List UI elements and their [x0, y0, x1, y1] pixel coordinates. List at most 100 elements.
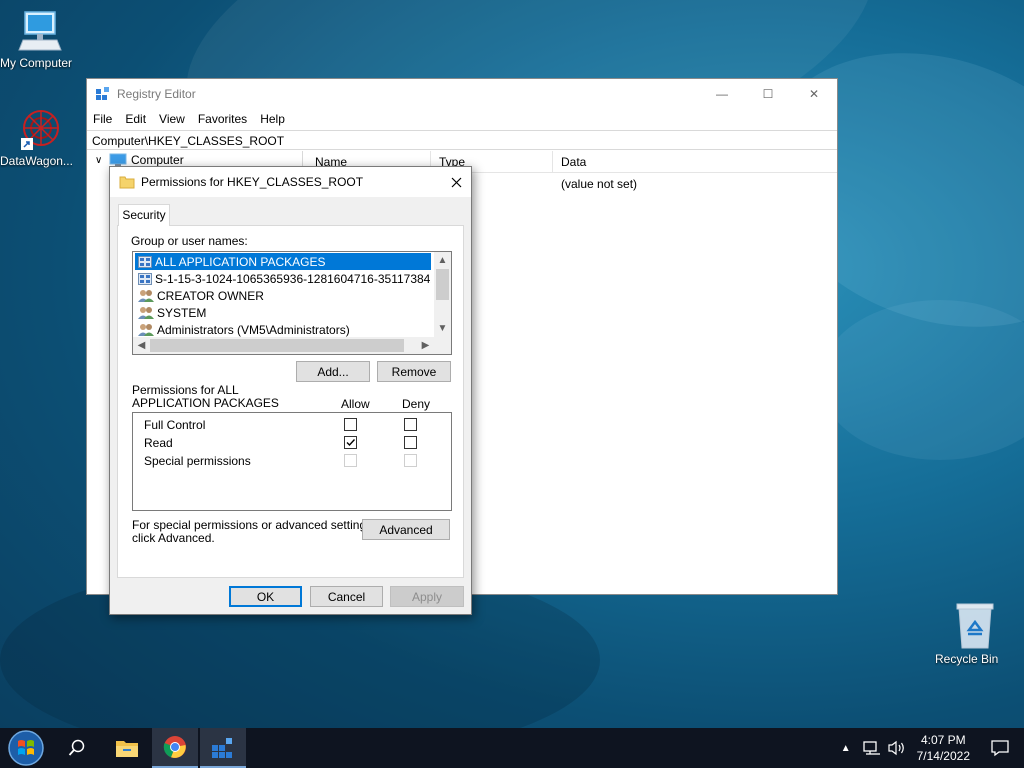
- desktop-icon-my-computer[interactable]: My Computer: [0, 10, 80, 70]
- search-button[interactable]: [52, 728, 102, 768]
- user-list[interactable]: ALL APPLICATION PACKAGES S-1-15-3-1024-1…: [132, 251, 452, 355]
- title-bar[interactable]: Registry Editor — ☐ ✕: [87, 79, 837, 109]
- special-deny-checkbox: [404, 454, 417, 467]
- deny-header: Deny: [402, 397, 431, 411]
- special-allow-checkbox: [344, 454, 357, 467]
- registry-editor-icon: [212, 738, 232, 758]
- advanced-button[interactable]: Advanced: [362, 519, 450, 540]
- permissions-for-line2: APPLICATION PACKAGES: [132, 396, 279, 410]
- desktop-icon-datawagon[interactable]: DataWagon...: [0, 104, 80, 168]
- notification-icon[interactable]: [990, 739, 1010, 757]
- menu-view[interactable]: View: [159, 112, 185, 126]
- file-explorer-icon: [116, 741, 138, 757]
- menu-favorites[interactable]: Favorites: [198, 112, 247, 126]
- ok-button[interactable]: OK: [229, 586, 302, 607]
- list-item[interactable]: ALL APPLICATION PACKAGES: [135, 253, 431, 270]
- tab-security[interactable]: Security: [118, 204, 170, 226]
- permission-full-control: Full Control: [144, 418, 206, 432]
- chevron-down-icon[interactable]: ∨: [95, 155, 107, 166]
- taskbar-registry-editor[interactable]: [200, 728, 246, 768]
- scroll-right-icon[interactable]: ▶: [417, 337, 434, 354]
- window-title: Registry Editor: [117, 87, 196, 101]
- wallpaper-wave: [820, 300, 1024, 460]
- minimize-button[interactable]: —: [699, 79, 745, 109]
- user-name: S-1-15-3-1024-1065365936-1281604716-3511…: [155, 271, 431, 286]
- list-item[interactable]: SYSTEM: [135, 304, 431, 321]
- scroll-up-icon[interactable]: ▲: [434, 252, 451, 269]
- permissions-dialog[interactable]: Permissions for HKEY_CLASSES_ROOT Securi…: [109, 166, 472, 615]
- advanced-hint: For special permissions or advanced sett…: [132, 519, 375, 545]
- user-name: CREATOR OWNER: [157, 288, 264, 303]
- group-label: Group or user names:: [131, 234, 248, 248]
- menu-bar: File Edit View Favorites Help: [87, 109, 837, 129]
- start-button[interactable]: [0, 728, 52, 768]
- clock-time: 4:07 PM: [920, 733, 966, 747]
- permissions-list: Full Control Read Special permissions: [132, 412, 452, 511]
- app-package-icon: [138, 255, 152, 268]
- clock-date: 7/14/2022: [916, 749, 970, 763]
- full-control-allow-checkbox[interactable]: [344, 418, 357, 431]
- security-tab-panel: Group or user names: ALL APPLICATION PAC…: [117, 225, 464, 578]
- desktop-icon-label: Recycle Bin: [935, 652, 999, 666]
- remove-button[interactable]: Remove: [377, 361, 451, 382]
- full-control-deny-checkbox[interactable]: [404, 418, 417, 431]
- volume-icon[interactable]: [887, 740, 907, 756]
- close-icon: [451, 177, 461, 187]
- menu-file[interactable]: File: [93, 112, 112, 126]
- list-item[interactable]: Administrators (VM5\Administrators): [135, 321, 431, 338]
- allow-header: Allow: [341, 397, 370, 411]
- dialog-title: Permissions for HKEY_CLASSES_ROOT: [141, 175, 364, 189]
- permissions-for-label: Permissions for ALL APPLICATION PACKAGES: [132, 384, 279, 410]
- user-name: ALL APPLICATION PACKAGES: [155, 254, 326, 269]
- windows-orb-icon: [8, 730, 44, 766]
- scrollbar-thumb[interactable]: [436, 269, 449, 300]
- recycle-bin-icon: [956, 603, 994, 649]
- permission-read: Read: [144, 436, 173, 450]
- search-icon: [68, 739, 85, 756]
- read-deny-checkbox[interactable]: [404, 436, 417, 449]
- chrome-icon: [163, 736, 186, 758]
- add-button[interactable]: Add...: [296, 361, 370, 382]
- network-icon[interactable]: [862, 740, 881, 756]
- checkmark-icon: [346, 439, 356, 447]
- desktop-icon-label: My Computer: [0, 56, 73, 70]
- monitor-icon: [18, 11, 62, 51]
- show-hidden-icons-icon[interactable]: ▲: [841, 743, 851, 754]
- clock[interactable]: 4:07 PM 7/14/2022: [917, 732, 970, 764]
- permission-special: Special permissions: [144, 454, 251, 468]
- taskbar-file-explorer[interactable]: [102, 728, 152, 768]
- menu-edit[interactable]: Edit: [125, 112, 146, 126]
- read-allow-checkbox[interactable]: [344, 436, 357, 449]
- maximize-button[interactable]: ☐: [745, 79, 791, 109]
- horizontal-scrollbar[interactable]: ◀ ▶: [133, 337, 451, 354]
- scroll-left-icon[interactable]: ◀: [133, 337, 150, 354]
- desktop-icon-recycle-bin[interactable]: Recycle Bin: [935, 602, 1015, 666]
- advanced-hint-line2: click Advanced.: [132, 531, 215, 545]
- user-name: Administrators (VM5\Administrators): [157, 322, 350, 337]
- dialog-title-bar[interactable]: Permissions for HKEY_CLASSES_ROOT: [110, 167, 471, 197]
- scroll-down-icon[interactable]: ▼: [434, 320, 451, 337]
- desktop-icon-label: DataWagon...: [0, 154, 73, 168]
- value-data: (value not set): [561, 177, 638, 191]
- folder-icon: [119, 176, 135, 189]
- datawagon-icon: [21, 110, 59, 150]
- cancel-button[interactable]: Cancel: [310, 586, 383, 607]
- close-button[interactable]: [441, 167, 471, 197]
- address-bar[interactable]: Computer\HKEY_CLASSES_ROOT: [87, 130, 837, 150]
- vertical-scrollbar[interactable]: ▲ ▼: [434, 252, 451, 337]
- apply-button: Apply: [390, 586, 464, 607]
- scrollbar-thumb[interactable]: [150, 339, 404, 352]
- users-icon: [138, 307, 154, 319]
- menu-help[interactable]: Help: [260, 112, 285, 126]
- list-item[interactable]: CREATOR OWNER: [135, 287, 431, 304]
- users-icon: [138, 290, 154, 302]
- system-tray: ▲ 4:07 PM 7/14/2022: [841, 728, 1024, 768]
- close-button[interactable]: ✕: [791, 79, 837, 109]
- tree-item-label: Computer: [131, 153, 184, 167]
- list-item[interactable]: S-1-15-3-1024-1065365936-1281604716-3511…: [135, 270, 431, 287]
- taskbar: ▲ 4:07 PM 7/14/2022: [0, 728, 1024, 768]
- users-icon: [138, 324, 154, 336]
- taskbar-chrome[interactable]: [152, 728, 198, 768]
- app-package-icon: [138, 272, 152, 285]
- column-data[interactable]: Data: [553, 151, 753, 173]
